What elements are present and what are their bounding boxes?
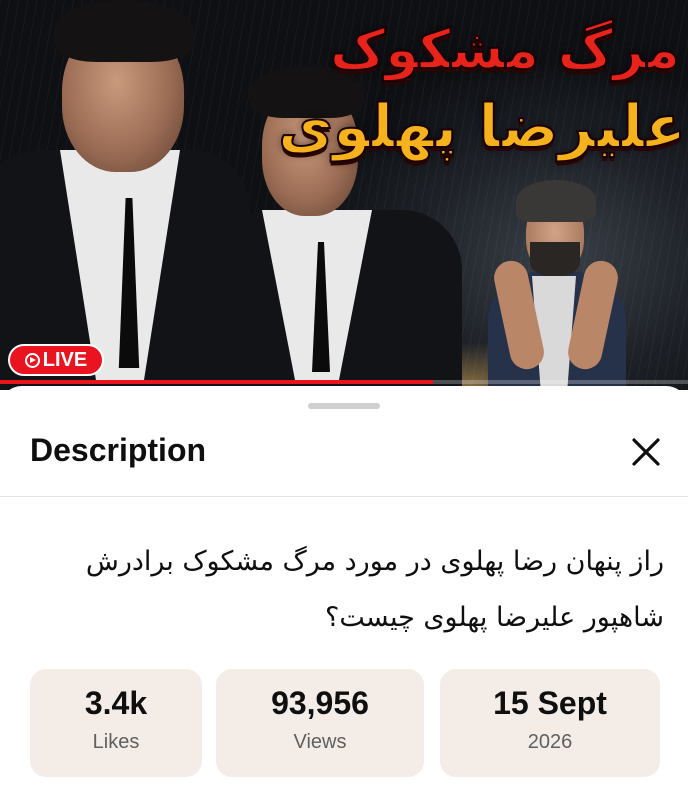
thumbnail-host xyxy=(480,180,630,390)
play-circle-icon xyxy=(24,352,40,368)
close-button[interactable] xyxy=(616,430,676,476)
thumbnail-title-line-2: علیرضا پهلوی xyxy=(277,91,687,163)
upload-date: 15 Sept xyxy=(493,685,607,721)
live-badge-label: LIVE xyxy=(42,348,88,371)
drag-handle[interactable] xyxy=(308,403,380,409)
thumbnail-title-line-1: مرگ مشکوک xyxy=(329,17,681,82)
date-stat: 15 Sept 2026 xyxy=(440,669,660,777)
header-divider xyxy=(0,496,688,497)
description-sheet: Description راز پنهان رضا پهلوی در مورد … xyxy=(0,386,688,800)
close-icon xyxy=(632,438,660,466)
views-count: 93,956 xyxy=(271,685,369,721)
likes-stat: 3.4k Likes xyxy=(30,669,202,777)
views-label: Views xyxy=(293,731,347,753)
video-thumbnail[interactable]: مرگ مشکوک علیرضا پهلوی LIVE xyxy=(0,0,688,390)
video-progress-fill xyxy=(0,380,434,384)
views-stat: 93,956 Views xyxy=(216,669,424,777)
upload-year: 2026 xyxy=(527,731,573,753)
description-line: راز پنهان رضا پهلوی در مورد مرگ مشکوک بر… xyxy=(85,546,664,577)
description-line: شاهپور علیرضا پهلوی چیست؟ xyxy=(325,602,664,633)
description-text: راز پنهان رضا پهلوی در مورد مرگ مشکوک بر… xyxy=(30,534,664,646)
likes-count: 3.4k xyxy=(84,685,148,721)
likes-label: Likes xyxy=(92,731,140,753)
sheet-title: Description xyxy=(30,432,207,468)
video-progress-bar[interactable] xyxy=(0,380,688,384)
stats-row: 3.4k Likes 93,956 Views 15 Sept 2026 xyxy=(0,669,688,779)
live-badge: LIVE xyxy=(8,344,104,376)
